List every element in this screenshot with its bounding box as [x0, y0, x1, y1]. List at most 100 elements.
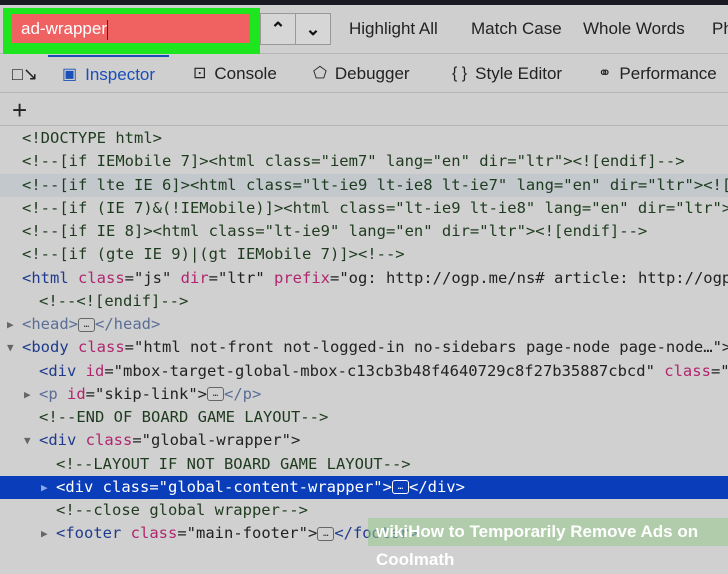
highlight-all-option[interactable]: Highlight All: [349, 19, 438, 39]
markup-node[interactable]: <!--[if lte IE 6]><html class="lt-ie9 lt…: [0, 173, 728, 197]
markup-token: ="global-content-wrapper">: [149, 477, 392, 496]
node-text: <p id="skip-link">… </p>: [39, 383, 261, 406]
match-case-option[interactable]: Match Case: [471, 19, 562, 39]
markup-token: <!--[if IE 8]><html class="lt-ie9" lang=…: [22, 222, 648, 240]
console-icon: ⊡: [193, 65, 207, 82]
node-text: <div class="global-content-wrapper">… </d…: [56, 476, 465, 499]
markup-token: <head>: [22, 315, 78, 333]
expand-arrow-icon[interactable]: ▶: [7, 313, 14, 336]
markup-token: <!--<![endif]-->: [39, 291, 189, 310]
text-caret: [107, 19, 108, 40]
node-text: <!--<![endif]-->: [39, 290, 188, 313]
search-query: ad-wrapper: [21, 19, 107, 38]
markup-token: <html: [22, 268, 78, 287]
tab-label: Inspector: [85, 65, 156, 84]
markup-token: ="js": [124, 268, 181, 287]
markup-token: </div>: [408, 477, 465, 496]
markup-node[interactable]: ▼ <div class="global-wrapper">: [0, 429, 728, 452]
markup-node[interactable]: ▶ <p id="skip-link">… </p>: [0, 383, 728, 406]
node-text: <!--[if (IE 7)&(!IEMobile)]><html class=…: [22, 197, 728, 220]
collapse-arrow-icon[interactable]: ▼: [24, 429, 31, 452]
expand-arrow-icon[interactable]: ▶: [41, 476, 48, 499]
markup-token: <!DOCTYPE html>: [22, 129, 162, 147]
markup-token: ="main-footer">: [177, 524, 318, 543]
collapse-arrow-icon[interactable]: ▼: [7, 336, 14, 359]
chevron-down-icon: ⌄: [305, 19, 321, 39]
markup-node[interactable]: <!--[if (IE 7)&(!IEMobile)]><html class=…: [0, 197, 728, 220]
tab-performance[interactable]: ⚭ Performance: [598, 55, 717, 93]
search-input[interactable]: ad-wrapper: [12, 14, 250, 43]
devtools-tabs: □↘ ▣ Inspector ⊡ Console ⬠ Debugger { } Styl…: [0, 55, 728, 93]
phonetic-option[interactable]: Ph: [712, 19, 728, 39]
markup-token: <!--[if (IE 7)&(!IEMobile)]><html class=…: [22, 198, 728, 217]
markup-token: <footer: [56, 524, 131, 543]
markup-token: <div: [39, 361, 86, 380]
markup-token: class: [664, 361, 711, 380]
markup-token: <!--close global wrapper-->: [56, 501, 308, 519]
watermark: wikiHow to Temporarily Remove Ads on Coo…: [368, 518, 728, 569]
debugger-icon: ⬠: [313, 65, 327, 82]
tab-debugger[interactable]: ⬠ Debugger: [313, 55, 410, 93]
markup-token: </p>: [224, 384, 262, 403]
markup-node[interactable]: <!--LAYOUT IF NOT BOARD GAME LAYOUT-->: [0, 453, 728, 476]
markup-token: <!--LAYOUT IF NOT BOARD GAME LAYOUT-->: [56, 454, 411, 473]
node-text: <!--LAYOUT IF NOT BOARD GAME LAYOUT-->: [56, 453, 411, 476]
add-node-button[interactable]: +: [12, 94, 27, 126]
markup-node[interactable]: <!--<![endif]-->: [0, 290, 728, 313]
markup-node[interactable]: <!--[if IEMobile 7]><html class="iem7" l…: [0, 150, 728, 173]
markup-node[interactable]: ▶ <head>… </head>: [0, 313, 728, 336]
markup-token: <div: [39, 431, 86, 450]
tab-label: Performance: [619, 64, 717, 83]
element-picker-button[interactable]: □↘: [12, 55, 38, 93]
expand-ellipsis-button[interactable]: …: [78, 317, 95, 332]
markup-token: <!--[if (gte IE 9)|(gt IEMobile 7)]><!--…: [22, 245, 405, 264]
node-text: <head>… </head>: [22, 313, 160, 336]
markup-token: </head>: [95, 315, 161, 333]
markup-node[interactable]: <!--[if IE 8]><html class="lt-ie9" lang=…: [0, 220, 728, 243]
markup-tree: <!DOCTYPE html> <!--[if IEMobile 7]><html…: [0, 127, 728, 546]
markup-token: ="skip-link">: [85, 384, 207, 403]
markup-node[interactable]: <div id="mbox-target-global-mbox-c13cb3b…: [0, 360, 728, 383]
performance-icon: ⚭: [598, 65, 612, 82]
expand-ellipsis-button[interactable]: …: [391, 480, 409, 495]
expand-ellipsis-button[interactable]: …: [317, 526, 335, 541]
tab-style-editor[interactable]: { } Style Editor: [452, 55, 562, 93]
node-text: <!--[if IEMobile 7]><html class="iem7" l…: [22, 150, 685, 173]
markup-token: class: [130, 524, 178, 543]
node-text: <!--close global wrapper-->: [56, 499, 308, 522]
markup-token: id: [67, 384, 86, 403]
markup-token: <p: [39, 384, 67, 403]
expand-arrow-icon[interactable]: ▶: [41, 522, 48, 545]
markup-token: prefix: [274, 268, 330, 287]
markup-token: <!--[if lte IE 6]><html class="lt-ie9 lt…: [22, 175, 728, 194]
find-next-button[interactable]: ⌄: [295, 13, 331, 45]
element-picker-icon: □↘: [12, 64, 38, 84]
find-bar: ad-wrapper ⌃ ⌄ Highlight All Match Case …: [0, 5, 728, 54]
tab-label: Console: [214, 64, 277, 83]
node-text: <!--[if (gte IE 9)|(gt IEMobile 7)]><!--…: [22, 243, 405, 266]
expand-arrow-icon[interactable]: ▶: [24, 383, 31, 406]
node-text: <div id="mbox-target-global-mbox-c13cb3b…: [39, 360, 728, 383]
node-text: <body class="html not-front not-logged-i…: [22, 336, 728, 359]
markup-node[interactable]: <!--END OF BOARD GAME LAYOUT-->: [0, 406, 728, 429]
markup-node[interactable]: <!DOCTYPE html>: [0, 127, 728, 150]
whole-words-option[interactable]: Whole Words: [583, 19, 685, 39]
node-text: <footer class="main-footer">…</footer>: [56, 522, 418, 545]
markup-token: class: [78, 268, 125, 287]
tab-console[interactable]: ⊡ Console: [193, 55, 277, 93]
markup-node[interactable]: ▶ <div class="global-content-wrapper">… </…: [0, 475, 728, 499]
markup-token: class: [102, 477, 150, 496]
expand-ellipsis-button[interactable]: …: [207, 387, 224, 402]
markup-node[interactable]: ▼ <body class="html not-front not-logged-…: [0, 336, 728, 359]
markup-token: ="mbox-target-global-mbox-c13cb3b48f4640…: [104, 361, 665, 380]
node-text: <!--[if lte IE 6]><html class="lt-ie9 lt…: [22, 174, 728, 197]
find-previous-button[interactable]: ⌃: [260, 13, 296, 45]
markup-node[interactable]: <!--[if (gte IE 9)|(gt IEMobile 7)]><!--…: [0, 243, 728, 266]
markup-node[interactable]: <html class="js" dir="ltr" prefix="og: h…: [0, 267, 728, 290]
markup-token: <body: [22, 338, 78, 357]
node-text: <!--[if IE 8]><html class="lt-ie9" lang=…: [22, 220, 647, 243]
markup-token: class: [85, 431, 133, 450]
markup-token: ="">: [710, 361, 728, 380]
node-text: <!DOCTYPE html>: [22, 127, 162, 150]
tab-inspector[interactable]: ▣ Inspector: [48, 55, 170, 93]
